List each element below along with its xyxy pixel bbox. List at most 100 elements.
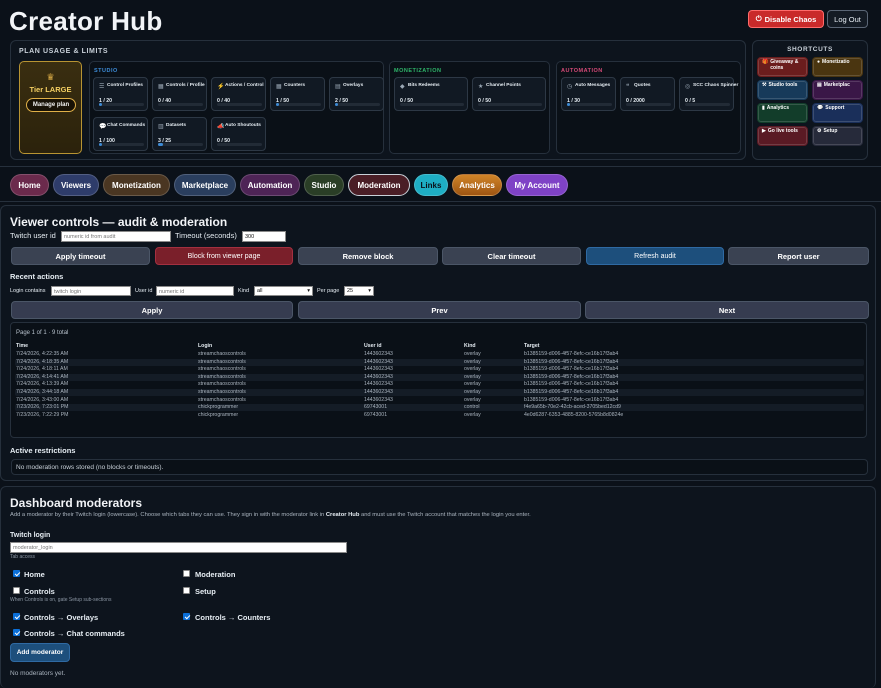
plan-usage-title: PLAN USAGE & LIMITS <box>19 48 109 55</box>
shortcut-label: Setup <box>823 128 838 134</box>
timeout-input[interactable]: 300 <box>242 231 286 242</box>
usage-bar <box>685 103 730 106</box>
setup-checkbox-label: Setup <box>195 587 216 596</box>
shortcut-marketplac[interactable]: ▤ Marketplac <box>812 80 863 100</box>
table-cell: overlay <box>464 366 481 373</box>
desc-text: and must use the Twitch account that mat… <box>359 512 531 518</box>
timeout-label: Timeout (seconds) <box>175 231 237 240</box>
user-id-input[interactable]: numeric id from audit <box>61 231 171 242</box>
tab-studio[interactable]: Studio <box>304 174 344 196</box>
tab-home[interactable]: Home <box>10 174 49 196</box>
controls-overlays-checkbox[interactable] <box>13 613 20 620</box>
quote-icon: ❝ <box>626 84 630 90</box>
tab-automation[interactable]: Automation <box>240 174 300 196</box>
add-moderator-button[interactable]: Add moderator <box>10 643 70 662</box>
table-row: 7/24/2026, 3:44:18 AM streamchaoscontrols… <box>15 389 864 396</box>
moderator-login-input[interactable]: moderator_login <box>10 542 347 553</box>
usage-bar <box>217 103 262 106</box>
userid-filter-input[interactable]: numeric id <box>156 286 234 296</box>
shortcut-label: Analytics <box>766 105 789 111</box>
dashboard-moderators-title: Dashboard moderators <box>10 496 143 510</box>
remove-block-button[interactable]: Remove block <box>298 247 438 265</box>
report-user-button[interactable]: Report user <box>728 247 869 265</box>
shortcut-analytics[interactable]: ▮ Analytics <box>757 103 808 123</box>
table-cell: overlay <box>464 396 481 403</box>
refresh-audit-button[interactable]: Refresh audit <box>586 247 724 265</box>
usage-tile-label: Controls / Profile <box>166 83 205 88</box>
controls-checkbox[interactable] <box>13 587 20 594</box>
kind-value: all <box>257 288 263 294</box>
block-viewer-button[interactable]: Block from viewer page <box>155 247 293 265</box>
audit-table: Page 1 of 1 · 9 total Time Login User id Ki… <box>10 322 867 438</box>
clear-timeout-button[interactable]: Clear timeout <box>442 247 581 265</box>
tab-moderation[interactable]: Moderation <box>348 174 410 196</box>
prev-page-button[interactable]: Prev <box>298 301 581 319</box>
page-title: Creator Hub <box>9 6 163 36</box>
power-icon: ⏻ <box>755 14 762 23</box>
table-cell: 7/23/2026, 7:23:01 PM <box>16 404 69 411</box>
controls-chat-commands-checkbox[interactable] <box>13 629 20 636</box>
logout-button[interactable]: Log Out <box>827 10 868 28</box>
shortcut-giveaway-coins[interactable]: 🎁 Giveaway & coins <box>757 57 808 77</box>
tab-links[interactable]: Links <box>414 174 448 196</box>
moderation-checkbox[interactable] <box>183 570 190 577</box>
shortcuts-title: SHORTCUTS <box>787 46 833 53</box>
perpage-select[interactable]: 25 ▾ <box>344 286 374 296</box>
disable-chaos-button[interactable]: ⏻ Disable Chaos <box>748 10 824 28</box>
tab-my-account[interactable]: My Account <box>506 174 568 196</box>
login-filter-label: Login contains <box>10 288 46 294</box>
usage-bar <box>99 143 144 146</box>
table-cell: b1385159-d006-4f57-8efc-ce16b17f3ab4 <box>524 373 619 380</box>
table-cell: overlay <box>464 389 481 395</box>
tab-marketplace[interactable]: Marketplace <box>174 174 236 196</box>
shortcuts-panel: SHORTCUTS 🎁 Giveaway & coins ● Monetizatio ⚒… <box>752 40 868 160</box>
table-cell: b1385159-d006-4f57-8efc-ce16b17f3ab4 <box>524 389 619 395</box>
shortcut-setup[interactable]: ⚙ Setup <box>812 126 863 146</box>
login-filter-input[interactable]: twitch login <box>51 286 131 296</box>
sliders-icon: ☰ <box>99 84 105 90</box>
shortcut-support[interactable]: 💬 Support <box>812 103 863 123</box>
table-cell: b1385159-d006-4f57-8efc-ce16b17f3ab4 <box>524 366 619 373</box>
table-cell: streamchaoscontrols <box>198 358 246 365</box>
no-moderators-text: No moderators yet. <box>10 670 66 677</box>
table-cell: 7/24/2026, 4:18:11 AM <box>16 366 68 373</box>
usage-tile-label: Auto Shoutouts <box>225 123 261 128</box>
gift-icon: 🎁 <box>762 59 769 65</box>
chevron-down-icon: ▾ <box>307 288 310 294</box>
shortcut-studio-tools[interactable]: ⚒ Studio tools <box>757 80 808 100</box>
apply-timeout-button[interactable]: Apply timeout <box>11 247 150 265</box>
table-cell: 7/23/2026, 7:22:29 PM <box>16 411 69 418</box>
shortcut-monetizatio[interactable]: ● Monetizatio <box>812 57 863 77</box>
table-cell: 7/24/2026, 4:13:39 AM <box>16 381 69 388</box>
studio-usage-group: STUDIO ☰ Control Profiles 1 / 20 ▦ Controls … <box>89 61 384 154</box>
manage-plan-button[interactable]: Manage plan <box>26 98 76 112</box>
next-page-button[interactable]: Next <box>585 301 869 319</box>
column-header: Target <box>524 343 540 349</box>
tab-access-label: Tab access <box>10 554 36 560</box>
usage-tile-label: Bits Redeems <box>408 83 440 88</box>
table-cell: 7/24/2026, 3:43:00 AM <box>16 396 69 403</box>
table-cell: 1443602343 <box>364 358 393 365</box>
kind-select[interactable]: all ▾ <box>254 286 313 296</box>
gear-icon: ⚙ <box>817 128 822 134</box>
usage-tile: ⚡ Actions / Control 0 / 40 <box>211 77 266 111</box>
tab-viewers[interactable]: Viewers <box>53 174 99 196</box>
desc-text: Add a moderator by their Twitch login (l… <box>10 512 326 518</box>
table-row: 7/24/2026, 3:43:00 AM streamchaoscontrols… <box>15 397 864 404</box>
tab-monetization[interactable]: Monetization <box>103 174 170 196</box>
tools-icon: ⚒ <box>762 82 767 88</box>
shortcut-go-live-tools[interactable]: ▶ Go live tools <box>757 126 808 146</box>
controls-chat-commands-label: Controls → Chat commands <box>24 629 125 638</box>
usage-bar <box>217 143 262 146</box>
setup-checkbox[interactable] <box>183 587 190 594</box>
diamond-icon: ◆ <box>400 84 405 90</box>
usage-tile-label: Control Profiles <box>107 83 143 88</box>
tab-analytics[interactable]: Analytics <box>452 174 502 196</box>
apply-filter-button[interactable]: Apply <box>11 301 293 319</box>
usage-tile-label: Channel Points <box>486 83 521 88</box>
table-cell: control <box>464 404 480 411</box>
controls-counters-checkbox[interactable] <box>183 613 190 620</box>
usage-bar-fill <box>99 103 102 106</box>
home-checkbox[interactable] <box>13 570 20 577</box>
table-cell: b1385159-d006-4f57-8efc-ce16b17f3ab4 <box>524 358 619 365</box>
